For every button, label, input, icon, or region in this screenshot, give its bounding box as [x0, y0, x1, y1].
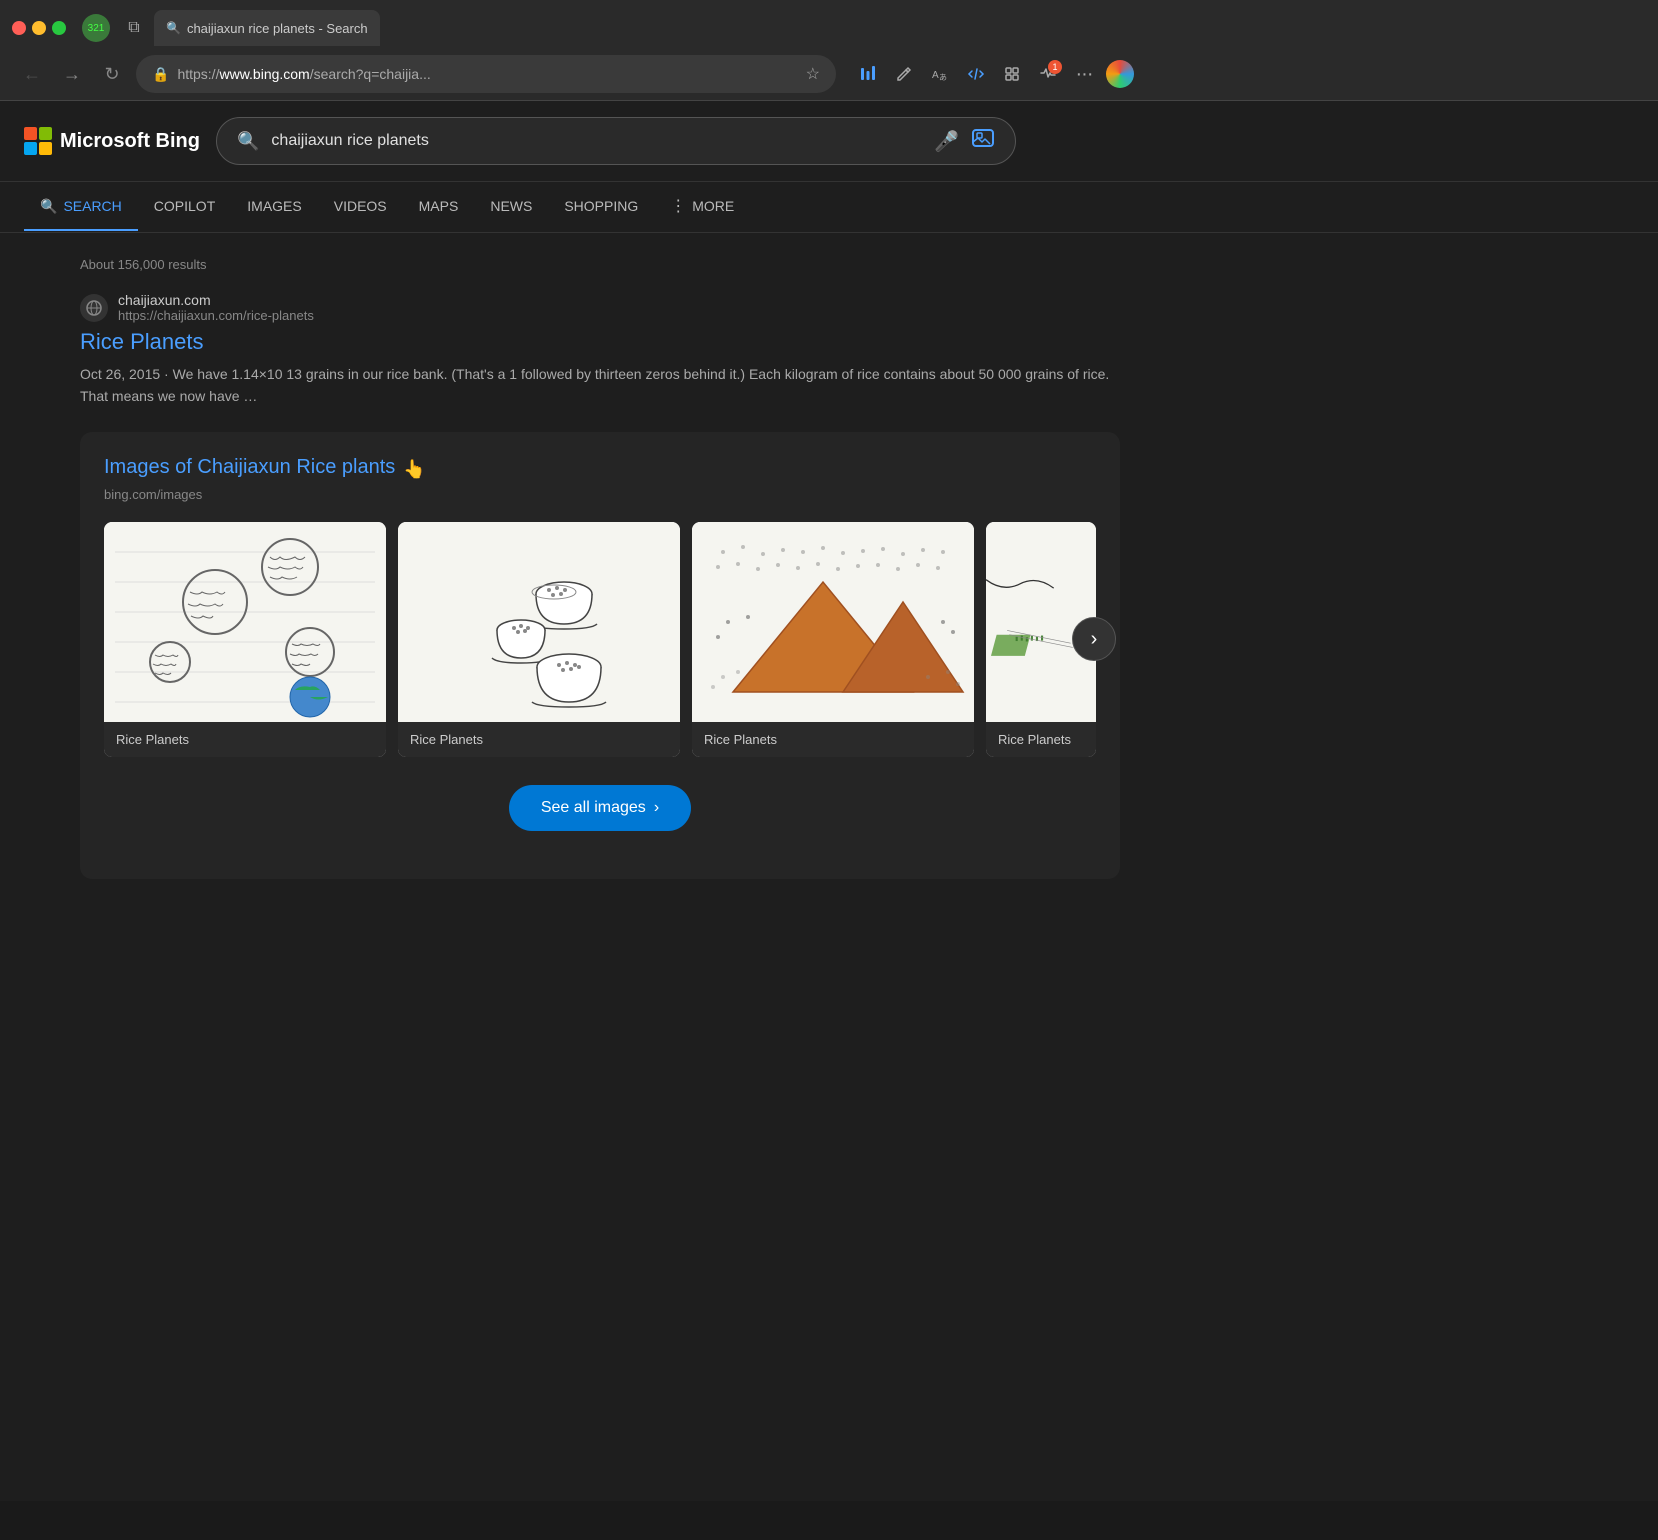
nav-images[interactable]: IMAGES — [231, 184, 317, 230]
svg-text:A: A — [932, 70, 939, 81]
nav-search[interactable]: 🔍 SEARCH — [24, 184, 138, 231]
translate-icon[interactable]: A あ — [924, 58, 956, 90]
profile-avatar — [1106, 60, 1134, 88]
see-all-images-button[interactable]: See all images › — [509, 785, 691, 831]
extensions-puzzle-icon[interactable] — [996, 58, 1028, 90]
tab-title: chaijiaxun rice planets - Search — [187, 21, 368, 36]
result-item: chaijiaxun.com https://chaijiaxun.com/ri… — [80, 292, 1120, 408]
refresh-button[interactable]: ↻ — [96, 58, 128, 90]
browser-chrome: 321 ⧉ 🔍 chaijiaxun rice planets - Search… — [0, 0, 1658, 101]
search-bar[interactable]: 🔍 chaijiaxun rice planets 🎤 — [216, 117, 1016, 165]
nav-shopping[interactable]: SHOPPING — [548, 184, 654, 230]
close-button[interactable] — [12, 21, 26, 35]
image-results-source: bing.com/images — [104, 487, 1096, 502]
microsoft-logo — [24, 127, 52, 155]
toolbar-icons: A あ — [852, 58, 1136, 90]
image-results-title-row: Images of Chaijiaxun Rice plants 👆 — [104, 456, 1096, 483]
nav-videos-label: VIDEOS — [334, 198, 387, 214]
image-caption-3: Rice Planets — [692, 722, 974, 757]
tab-favicon: 321 — [82, 14, 110, 42]
result-description: Oct 26, 2015 · We have 1.14×10 13 grains… — [80, 363, 1120, 408]
bookmark-icon[interactable]: ☆ — [806, 64, 820, 84]
extensions-icon[interactable] — [852, 58, 884, 90]
voice-search-icon[interactable]: 🎤 — [934, 129, 959, 154]
see-all-label: See all images — [541, 799, 646, 817]
profile-button[interactable] — [1104, 58, 1136, 90]
lock-icon: 🔒 — [152, 66, 169, 83]
image-card-3[interactable]: Rice Planets — [692, 522, 974, 757]
nav-bar: ← → ↻ 🔒 https://www.bing.com/search?q=ch… — [0, 48, 1658, 100]
result-url: https://chaijiaxun.com/rice-planets — [118, 308, 314, 323]
result-favicon — [80, 294, 108, 322]
minimize-button[interactable] — [32, 21, 46, 35]
bing-header: Microsoft Bing 🔍 chaijiaxun rice planets… — [0, 101, 1658, 182]
image-grid: Rice Planets — [104, 522, 1096, 757]
nav-copilot[interactable]: COPILOT — [138, 184, 231, 230]
image-results-section: Images of Chaijiaxun Rice plants 👆 bing.… — [80, 432, 1120, 879]
url-display: https://www.bing.com/search?q=chaijia... — [177, 66, 797, 82]
active-tab[interactable]: 🔍 chaijiaxun rice planets - Search — [154, 10, 380, 46]
tab-bar: 321 ⧉ 🔍 chaijiaxun rice planets - Search — [0, 0, 1658, 48]
more-options-button[interactable]: ··· — [1068, 58, 1100, 90]
bing-logo-text: Microsoft Bing — [60, 130, 200, 153]
image-card-1[interactable]: Rice Planets — [104, 522, 386, 757]
search-icon: 🔍 — [237, 131, 259, 152]
nav-search-label: SEARCH — [63, 198, 121, 214]
nav-maps[interactable]: MAPS — [403, 184, 475, 230]
nav-maps-label: MAPS — [419, 198, 459, 214]
result-source-info: chaijiaxun.com https://chaijiaxun.com/ri… — [118, 292, 314, 323]
image-search-icon[interactable] — [971, 126, 995, 156]
logo-red — [24, 127, 37, 140]
search-nav-icon: 🔍 — [40, 198, 57, 215]
nav-more[interactable]: ⋮ MORE — [654, 182, 750, 232]
next-images-button[interactable]: › — [1072, 617, 1116, 661]
edit-icon[interactable] — [888, 58, 920, 90]
image-results-link[interactable]: Images of Chaijiaxun Rice plants — [104, 456, 395, 479]
back-button[interactable]: ← — [16, 58, 48, 90]
nav-shopping-label: SHOPPING — [564, 198, 638, 214]
nav-news[interactable]: NEWS — [474, 184, 548, 230]
nav-images-label: IMAGES — [247, 198, 301, 214]
logo-blue — [24, 142, 37, 155]
svg-text:あ: あ — [939, 73, 947, 82]
image-thumb-1 — [104, 522, 386, 722]
traffic-lights — [12, 21, 66, 35]
search-input[interactable]: chaijiaxun rice planets — [271, 132, 922, 150]
tab-search-icon: 🔍 — [166, 21, 181, 35]
notification-badge: 1 — [1048, 60, 1062, 74]
fullscreen-button[interactable] — [52, 21, 66, 35]
result-title[interactable]: Rice Planets — [80, 329, 1120, 355]
bing-logo[interactable]: Microsoft Bing — [24, 127, 200, 155]
image-caption-2: Rice Planets — [398, 722, 680, 757]
nav-more-label: MORE — [692, 198, 734, 214]
results-count: About 156,000 results — [80, 257, 1120, 272]
dev-tools-icon[interactable] — [960, 58, 992, 90]
result-domain: chaijiaxun.com — [118, 292, 314, 308]
more-dots-icon: ⋮ — [670, 196, 686, 216]
logo-green — [39, 127, 52, 140]
image-caption-4: Rice Planets — [986, 722, 1096, 757]
result-source: chaijiaxun.com https://chaijiaxun.com/ri… — [80, 292, 1120, 323]
image-thumb-3 — [692, 522, 974, 722]
address-bar[interactable]: 🔒 https://www.bing.com/search?q=chaijia.… — [136, 55, 836, 93]
bing-nav: 🔍 SEARCH COPILOT IMAGES VIDEOS MAPS NEWS… — [0, 182, 1658, 233]
image-card-2[interactable]: Rice Planets — [398, 522, 680, 757]
nav-videos[interactable]: VIDEOS — [318, 184, 403, 230]
copy-tabs-icon[interactable]: ⧉ — [122, 16, 146, 40]
nav-copilot-label: COPILOT — [154, 198, 215, 214]
nav-news-label: NEWS — [490, 198, 532, 214]
see-all-arrow-icon: › — [654, 799, 659, 817]
logo-yellow — [39, 142, 52, 155]
search-results: About 156,000 results chaijiaxun.com htt… — [0, 233, 1200, 903]
image-caption-1: Rice Planets — [104, 722, 386, 757]
cursor-pointer-icon: 👆 — [403, 459, 425, 480]
bing-page: Microsoft Bing 🔍 chaijiaxun rice planets… — [0, 101, 1658, 1501]
image-thumb-2 — [398, 522, 680, 722]
forward-button[interactable]: → — [56, 58, 88, 90]
performance-icon[interactable]: 1 — [1032, 58, 1064, 90]
